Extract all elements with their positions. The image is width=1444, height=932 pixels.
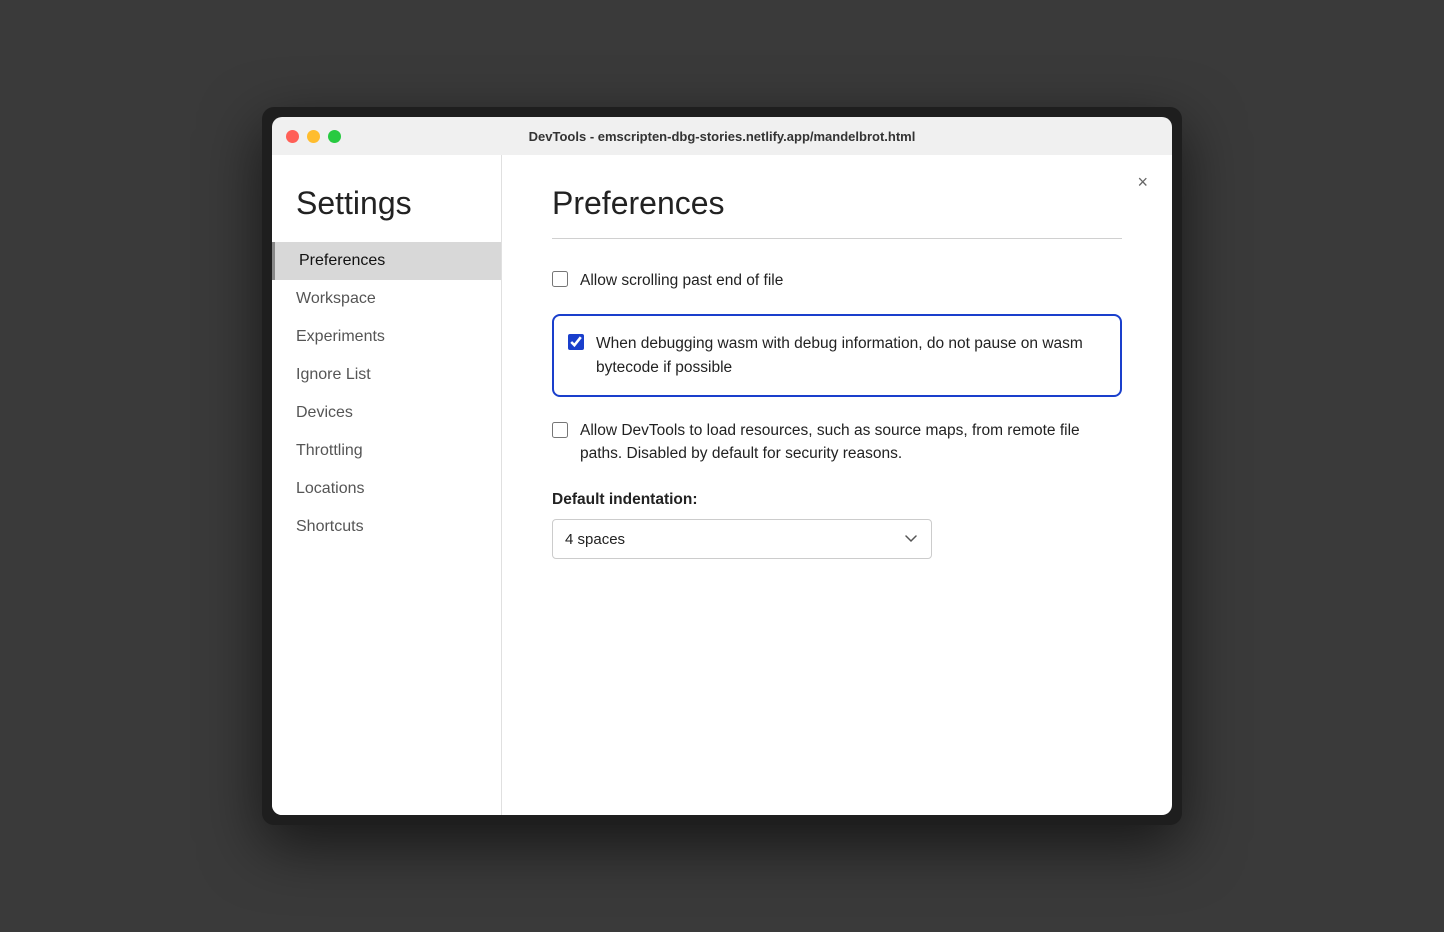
minimize-traffic-light[interactable]	[307, 130, 320, 143]
traffic-lights	[286, 130, 341, 143]
window-body: Settings Preferences Workspace Experimen…	[272, 155, 1172, 815]
app-window: DevTools - emscripten-dbg-stories.netlif…	[262, 107, 1182, 825]
remote-file-paths-label[interactable]: Allow DevTools to load resources, such a…	[580, 419, 1122, 466]
remote-file-paths-checkbox-wrapper[interactable]	[552, 422, 568, 443]
wasm-debug-checkbox[interactable]	[568, 334, 584, 350]
settings-list: Allow scrolling past end of file When de…	[552, 267, 1122, 467]
indentation-section: Default indentation: 2 spaces 4 spaces 8…	[552, 491, 1122, 559]
sidebar-item-devices[interactable]: Devices	[272, 394, 501, 432]
wasm-debug-checkbox-wrapper[interactable]	[568, 334, 584, 355]
scroll-past-eof-checkbox[interactable]	[552, 271, 568, 287]
title-bar: DevTools - emscripten-dbg-stories.netlif…	[272, 117, 1172, 155]
sidebar: Settings Preferences Workspace Experimen…	[272, 155, 502, 815]
close-traffic-light[interactable]	[286, 130, 299, 143]
sidebar-item-preferences[interactable]: Preferences	[272, 242, 501, 280]
sidebar-item-locations[interactable]: Locations	[272, 470, 501, 508]
close-button[interactable]: ×	[1137, 173, 1148, 191]
setting-wasm-debug: When debugging wasm with debug informati…	[552, 314, 1122, 397]
sidebar-heading: Settings	[272, 185, 501, 242]
sidebar-item-experiments[interactable]: Experiments	[272, 318, 501, 356]
indentation-label: Default indentation:	[552, 491, 1122, 509]
indentation-select[interactable]: 2 spaces 4 spaces 8 spaces Tab character	[552, 519, 932, 559]
scroll-past-eof-checkbox-wrapper[interactable]	[552, 271, 568, 292]
sidebar-item-workspace[interactable]: Workspace	[272, 280, 501, 318]
remote-file-paths-checkbox[interactable]	[552, 422, 568, 438]
wasm-debug-label[interactable]: When debugging wasm with debug informati…	[596, 332, 1106, 379]
window-title: DevTools - emscripten-dbg-stories.netlif…	[529, 129, 916, 144]
section-title: Preferences	[552, 185, 1122, 222]
maximize-traffic-light[interactable]	[328, 130, 341, 143]
setting-remote-file-paths: Allow DevTools to load resources, such a…	[552, 417, 1122, 468]
sidebar-item-ignore-list[interactable]: Ignore List	[272, 356, 501, 394]
sidebar-item-shortcuts[interactable]: Shortcuts	[272, 508, 501, 546]
setting-scroll-past-eof: Allow scrolling past end of file	[552, 267, 1122, 294]
section-divider	[552, 238, 1122, 239]
main-content: × Preferences Allow scrolling past end o…	[502, 155, 1172, 815]
scroll-past-eof-label[interactable]: Allow scrolling past end of file	[580, 269, 783, 292]
sidebar-item-throttling[interactable]: Throttling	[272, 432, 501, 470]
